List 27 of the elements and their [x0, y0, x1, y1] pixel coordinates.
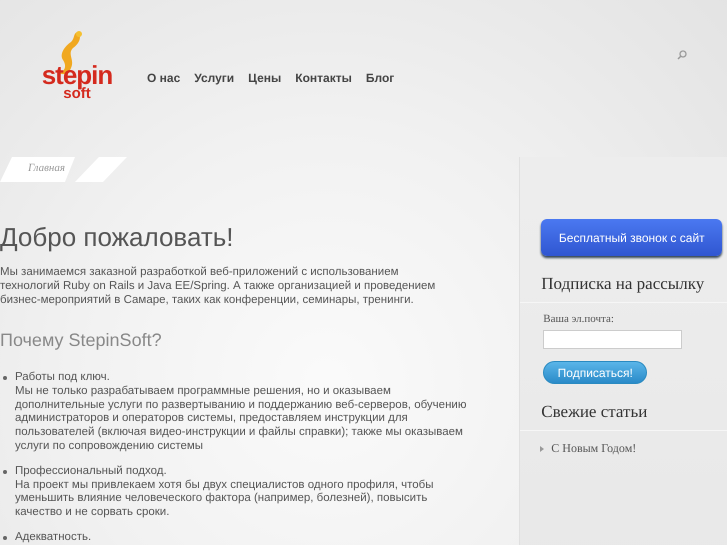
email-field[interactable]: [543, 330, 682, 349]
widget-title: Подписка на рассылку: [520, 274, 727, 303]
logo-text: stepin: [42, 63, 112, 87]
nav-link[interactable]: О нас: [147, 71, 180, 85]
email-label: Ваша эл.почта:: [543, 313, 615, 325]
item-title: Работы под ключ.: [15, 371, 111, 385]
item-title: Адекватность.: [15, 530, 92, 545]
bullet-icon: [3, 376, 7, 380]
logo[interactable]: stepin soft: [37, 30, 117, 105]
bullet-icon: [3, 536, 7, 540]
section-title: Почему StepinSoft?: [0, 330, 163, 351]
intro-paragraph: Мы занимаемся заказной разработкой веб-приложений с использованием технологий Ruby on Rails и Java EE/Spring. А также организацией и проведением бизнес-мероприятий в Самаре, таких как конференции, семинары, тренинги.: [0, 265, 436, 307]
nav-link[interactable]: Контакты: [295, 71, 352, 85]
item-text: Мы не только разрабатываем программные решения, но и оказываем дополнительные услуги по развертыванию и поддержанию веб-серверов, обучению администраторов и операторов системы, предоставляем инструкции для пользователей (включая видео-инструкции и файлы справки); также мы оказываем услуги по сопровождению системы: [15, 384, 468, 454]
page-title: Добро пожаловать!: [0, 222, 235, 253]
item-text: На проект мы привлекаем хотя бы двух специалистов одного профиля, чтобы уменьшить влияние человеческого фактора (например, болезней), повысить качество и не сорвать сроки.: [15, 478, 434, 520]
widget-title: Свежие статьи: [520, 402, 727, 431]
logo-subtext: soft: [63, 87, 91, 101]
bullet-icon: [3, 470, 7, 474]
triangle-icon: [540, 446, 544, 452]
search-icon[interactable]: [677, 50, 687, 60]
article-link[interactable]: С Новым Годом!: [551, 441, 636, 456]
nav-link[interactable]: Услуги: [194, 71, 234, 85]
nav-link[interactable]: Блог: [366, 71, 394, 85]
item-title: Профессиональный подход.: [15, 464, 168, 479]
call-button[interactable]: Бесплатный звонок с сайт: [541, 219, 722, 256]
nav-link[interactable]: Цены: [248, 71, 282, 85]
